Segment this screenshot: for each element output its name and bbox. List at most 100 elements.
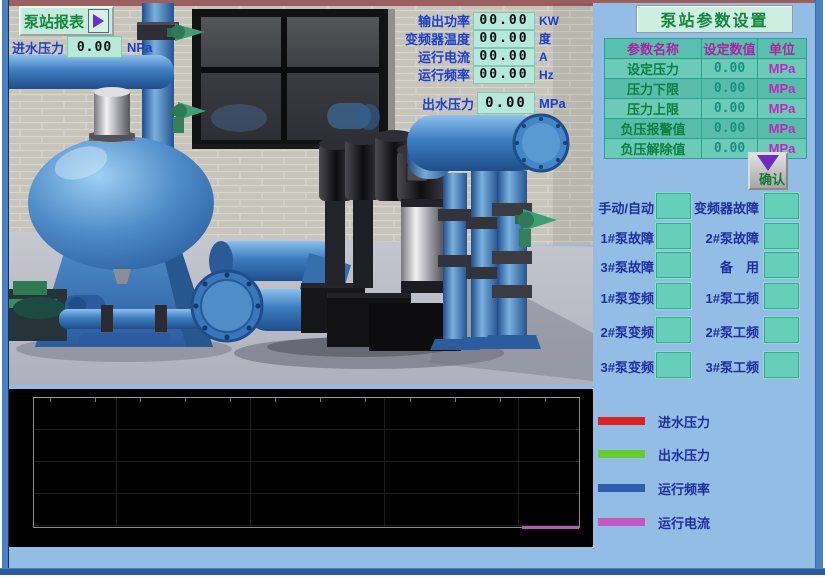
parameter-row-2: 压力上限0.00MPa <box>605 99 807 119</box>
status-label-left: 手动/自动 <box>598 198 654 217</box>
legend-label: 出水压力 <box>658 445 710 464</box>
report-button-label: 泵站报表 <box>24 11 84 32</box>
readout-row-3: 运行频率00.00 Hz <box>360 66 572 83</box>
status-lamp-box-right <box>763 282 800 310</box>
readout-unit: KW <box>539 14 572 28</box>
settings-panel-title: 泵站参数设置 <box>636 5 793 33</box>
status-label-right: 变频器故障 <box>694 198 759 217</box>
report-button[interactable]: 泵站报表 <box>19 6 114 36</box>
status-lamp-box-left <box>655 351 692 379</box>
frame-top-edge <box>0 0 825 3</box>
status-label-right: 备 用 <box>720 257 759 276</box>
status-lamp-box-right <box>763 251 800 279</box>
status-label-left: 3#泵故障 <box>601 257 654 276</box>
parameter-column-header: 单位 <box>758 39 807 59</box>
parameter-unit: MPa <box>758 99 807 119</box>
readout-value-box: 00.00 <box>473 12 535 30</box>
status-label-left: 2#泵变频 <box>601 322 654 341</box>
status-label-right: 3#泵工频 <box>706 357 759 376</box>
readout-value-box: 00.00 <box>473 66 535 84</box>
status-row-2: 3#泵故障 备 用 <box>593 251 823 279</box>
readout-row-0: 输出功率00.00 KW <box>360 12 572 29</box>
parameter-unit: MPa <box>758 79 807 99</box>
status-lamp-box-left <box>655 251 692 279</box>
status-row-4: 2#泵变频 2#泵工频 <box>593 316 823 344</box>
legend-label: 运行电流 <box>658 513 710 532</box>
status-lamp-box-left <box>655 192 692 220</box>
parameter-setpoint-value[interactable]: 0.00 <box>702 119 758 139</box>
readout-label: 输出功率 <box>418 11 470 30</box>
plot-tick-marks <box>34 398 579 402</box>
play-icon <box>93 14 104 28</box>
parameter-unit: MPa <box>758 119 807 139</box>
status-lamp-box-left <box>655 316 692 344</box>
status-lamp-box-right <box>763 222 800 250</box>
report-play-box[interactable] <box>88 9 109 33</box>
pump-station-hmi-screen: 泵站报表 进水压力 0.00 NPa 输出功率00.00KW变频器温度00.00… <box>0 0 825 577</box>
inlet-pressure-row: 进水压力 0.00 NPa <box>12 36 152 58</box>
status-row-1: 1#泵故障2#泵故障 <box>593 222 823 250</box>
inlet-pressure-value-box: 0.00 <box>67 36 122 58</box>
parameter-setpoint-value[interactable]: 0.00 <box>702 99 758 119</box>
outlet-pressure-value-box: 0.00 <box>477 92 535 114</box>
legend-color-bar <box>598 484 645 492</box>
outlet-pressure-row: 出水压力 0.00 MPa <box>360 92 572 114</box>
parameter-table-header-row: 参数名称设定数值单位 <box>605 39 807 59</box>
readout-value-box: 00.00 <box>473 30 535 48</box>
legend-item-0: 进水压力 <box>598 414 710 428</box>
running-current-trace <box>522 526 579 529</box>
trend-chart <box>8 389 593 547</box>
readout-row-2: 运行电流00.00 A <box>360 48 572 65</box>
status-lamp-box-right <box>763 316 800 344</box>
parameter-name: 设定压力 <box>605 59 702 79</box>
status-lamp-box-right <box>763 351 800 379</box>
trend-plot-area <box>33 397 580 528</box>
legend-item-2: 运行频率 <box>598 481 710 495</box>
confirm-button[interactable]: 确认 <box>748 152 788 190</box>
parameter-name: 负压解除值 <box>605 139 702 159</box>
status-lamp-box-right <box>763 192 800 220</box>
legend-label: 进水压力 <box>658 412 710 431</box>
frame-right-edge <box>815 0 825 577</box>
readout-unit: Hz <box>539 68 572 82</box>
legend-color-bar <box>598 450 645 458</box>
legend-item-3: 运行电流 <box>598 515 710 529</box>
readout-label: 运行频率 <box>418 65 470 84</box>
status-row-3: 1#泵变频 1#泵工频 <box>593 282 823 310</box>
inlet-pressure-label: 进水压力 <box>12 38 64 57</box>
parameter-name: 负压报警值 <box>605 119 702 139</box>
readout-value-box: 00.00 <box>473 48 535 66</box>
readout-label: 变频器温度 <box>405 29 470 48</box>
outlet-pressure-label: 出水压力 <box>422 94 474 113</box>
status-label-right: 1#泵工频 <box>706 288 759 307</box>
parameter-name: 压力上限 <box>605 99 702 119</box>
parameter-setpoint-value[interactable]: 0.00 <box>702 59 758 79</box>
parameter-row-1: 压力下限0.00MPa <box>605 79 807 99</box>
readout-unit: A <box>539 50 572 64</box>
status-row-5: 3#泵变频 3#泵工频 <box>593 351 823 379</box>
discharge-header <box>407 115 568 179</box>
parameter-row-3: 负压报警值0.00MPa <box>605 119 807 139</box>
status-label-left: 1#泵变频 <box>601 288 654 307</box>
status-row-0: 手动/自动 变频器故障 <box>593 192 823 220</box>
confirm-button-label: 确认 <box>759 169 785 188</box>
legend-color-bar <box>598 417 645 425</box>
parameter-row-0: 设定压力0.00MPa <box>605 59 807 79</box>
status-lamp-box-left <box>655 222 692 250</box>
frame-left-edge <box>0 0 9 577</box>
trend-legend: 进水压力出水压力运行频率运行电流 <box>598 414 808 544</box>
parameter-table: 参数名称设定数值单位 设定压力0.00MPa压力下限0.00MPa压力上限0.0… <box>604 38 807 159</box>
readout-label: 运行电流 <box>418 47 470 66</box>
readout-row-1: 变频器温度00.00度 <box>360 30 572 47</box>
status-label-right: 2#泵故障 <box>706 228 759 247</box>
frame-bottom-edge <box>0 568 825 577</box>
status-label-right: 2#泵工频 <box>706 322 759 341</box>
parameter-setpoint-value[interactable]: 0.00 <box>702 79 758 99</box>
outlet-pressure-unit: MPa <box>539 96 572 111</box>
parameter-unit: MPa <box>758 59 807 79</box>
legend-color-bar <box>598 518 645 526</box>
legend-label: 运行频率 <box>658 479 710 498</box>
parameter-column-header: 设定数值 <box>702 39 758 59</box>
status-label-left: 3#泵变频 <box>601 357 654 376</box>
status-lamp-box-left <box>655 282 692 310</box>
